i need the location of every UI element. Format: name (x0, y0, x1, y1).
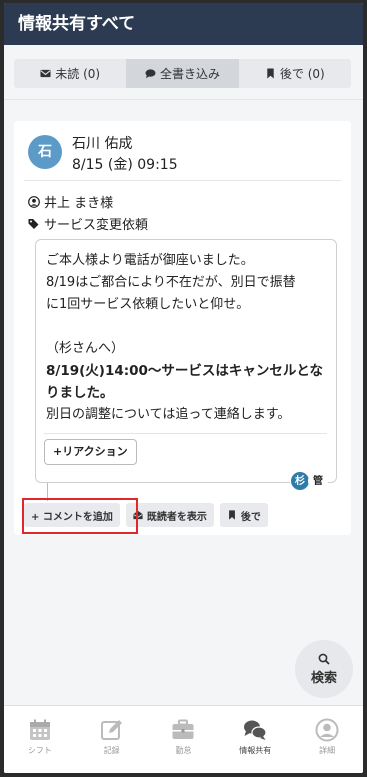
thread-connector (47, 483, 48, 501)
nav-item-info-share[interactable]: 情報共有 (219, 706, 291, 773)
tab-later-label: 後で (0) (279, 67, 325, 81)
message-line: 別日の調整については追って連絡します。 (46, 407, 291, 422)
nav-item-label: 記録 (103, 746, 120, 755)
divider (4, 99, 363, 100)
nav-item-shift[interactable]: シフト (4, 706, 76, 773)
search-label: 検索 (310, 670, 337, 686)
message-body: ご本人様より電話が御座いました。 8/19はご都合により不在だが、別日で振替 に… (35, 239, 337, 491)
briefcase-icon (172, 719, 194, 739)
nav-item-attendance[interactable]: 勤怠 (148, 706, 220, 773)
page-title: 情報共有すべて (4, 3, 363, 45)
bookmark-icon (267, 68, 274, 79)
message-line: （杉さんへ） (46, 341, 125, 356)
filter-tabs: 未読 (0) 全書き込み 後で (0) (14, 59, 351, 88)
chat-icon (244, 720, 267, 740)
user-circle-icon (315, 718, 339, 742)
nav-item-details[interactable]: 詳細 (291, 706, 363, 773)
add-comment-button[interactable]: + コメントを追加 (24, 503, 120, 527)
recipient-row: 井上 まき様 (28, 192, 113, 211)
nav-item-record[interactable]: 記録 (76, 706, 148, 773)
nav-item-label: 情報共有 (239, 746, 272, 755)
show-readers-button[interactable]: 既読者を表示 (125, 503, 214, 527)
search-icon (318, 653, 330, 665)
avatar: 石 (28, 135, 62, 169)
card-divider (24, 180, 341, 181)
reader-avatars[interactable]: 杉 管 (290, 471, 328, 491)
nav-item-label: 勤怠 (175, 746, 192, 755)
post-author: 石川 佑成 (72, 136, 133, 152)
post-datetime: 8/15 (金) 09:15 (72, 157, 178, 173)
tag-row: サービス変更依頼 (28, 214, 148, 233)
message-blank (46, 316, 326, 338)
message-line: に1回サービス依頼したいと仰せ。 (46, 297, 250, 312)
bottom-nav: シフト 記録 勤怠 情報共有 詳細 (4, 705, 363, 773)
nav-item-label: 詳細 (319, 746, 336, 755)
edit-icon (100, 720, 122, 740)
tab-unread[interactable]: 未読 (0) (14, 59, 126, 88)
envelope-icon (40, 69, 51, 78)
reader-avatar: 管 (308, 471, 328, 491)
tab-all-posts[interactable]: 全書き込み (126, 59, 239, 88)
later-button[interactable]: 後で (219, 503, 268, 527)
bookmark-icon (228, 510, 235, 520)
message-divider (44, 433, 327, 434)
comments-icon (145, 69, 156, 79)
message-line: ご本人様より電話が御座いました。 (46, 253, 254, 268)
user-circle-icon (28, 195, 40, 208)
tab-all-posts-label: 全書き込み (159, 67, 220, 81)
app-frame: 情報共有すべて 未読 (0) 全書き込み 後で (0) 石 石川 佑成 8/15… (4, 3, 363, 773)
post-card: 石 石川 佑成 8/15 (金) 09:15 井上 まき様 サービス変更依頼 ご… (14, 121, 351, 535)
message-line-bold: 8/19(火)14:00～サービスはキャンセルとな (46, 363, 324, 379)
later-label: 後で (240, 511, 261, 523)
tab-later[interactable]: 後で (0) (239, 59, 351, 88)
show-readers-label: 既読者を表示 (146, 511, 207, 523)
post-actions: + コメントを追加 既読者を表示 後で (22, 498, 268, 534)
tab-unread-label: 未読 (0) (55, 67, 101, 81)
envelope-open-icon (133, 510, 143, 520)
search-button[interactable]: 検索 (295, 640, 353, 698)
tags-icon (28, 218, 39, 229)
reader-avatar: 杉 (290, 471, 310, 491)
message-line-bold: りました。 (46, 385, 114, 401)
message-line: 8/19はご都合により不在だが、別日で振替 (46, 275, 296, 290)
add-reaction-button[interactable]: +リアクション (44, 439, 137, 465)
calendar-icon (29, 719, 50, 740)
recipient-name: 井上 まき様 (44, 196, 114, 211)
nav-item-label: シフト (27, 746, 52, 755)
post-tag: サービス変更依頼 (44, 218, 149, 233)
